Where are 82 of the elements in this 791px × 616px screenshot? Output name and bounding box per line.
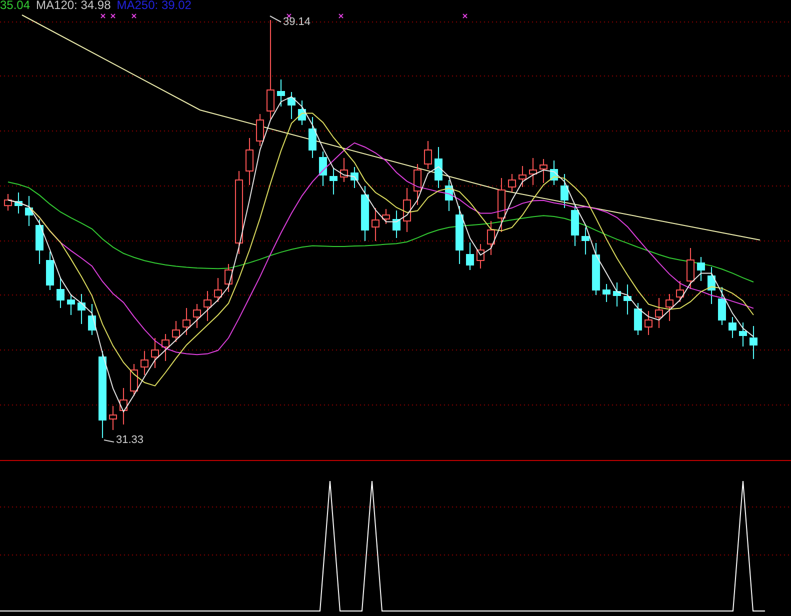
candlestick [372, 208, 380, 242]
candlestick [308, 116, 316, 158]
candlestick [728, 316, 736, 338]
candlestick [88, 304, 96, 336]
candlestick [571, 204, 579, 246]
candlestick [277, 79, 285, 107]
candlestick [162, 334, 170, 362]
legend-text: MA250: 39.02 [116, 0, 192, 12]
cross-marker-icon [462, 14, 468, 18]
candlestick [613, 282, 621, 307]
price-label: 39.14 [283, 16, 311, 28]
candlestick [56, 277, 64, 308]
candlestick [540, 158, 548, 184]
candlestick [476, 244, 484, 269]
candlestick [36, 219, 44, 264]
candlestick [676, 280, 684, 302]
leader-line [104, 440, 114, 442]
candlestick [46, 251, 54, 290]
candlestick [319, 151, 327, 186]
candlestick [602, 284, 610, 302]
candlestick [434, 146, 442, 188]
candlestick [666, 294, 674, 322]
cross-marker-icon [132, 14, 136, 18]
candlestick [151, 338, 159, 368]
candlestick [288, 92, 296, 120]
candlestick [487, 220, 495, 256]
candlestick [686, 248, 694, 290]
candlestick [445, 180, 453, 212]
cross-marker-icon [110, 14, 116, 18]
candlestick [582, 227, 590, 255]
candlestick [382, 208, 390, 224]
candlestick [634, 302, 642, 336]
candlestick [739, 322, 747, 347]
candlestick [14, 192, 22, 214]
candlestick [403, 188, 411, 232]
candlestick [182, 308, 190, 336]
candlestick [25, 196, 33, 226]
candlestick [624, 284, 632, 315]
candlestick [214, 278, 222, 302]
candlestick [560, 174, 568, 208]
candlestick [518, 166, 526, 188]
candlestick [109, 406, 117, 430]
candlestick [750, 326, 758, 360]
candlestick [697, 256, 705, 282]
price-label: 31.33 [116, 434, 144, 446]
candlestick [655, 298, 663, 328]
candlestick [718, 286, 726, 326]
candlestick [4, 194, 12, 212]
candlestick [529, 158, 537, 186]
candlestick [172, 320, 180, 342]
candlestick [361, 186, 369, 242]
candlestick [204, 290, 212, 322]
legend-text: 35.04 [0, 0, 30, 12]
candlestick [550, 160, 558, 186]
candlestick [330, 167, 338, 195]
candlestick [78, 294, 86, 324]
candlestick [193, 304, 201, 328]
candlestick [508, 174, 516, 192]
candlestick [340, 158, 348, 182]
legend-text: MA120: 34.98 [36, 0, 111, 12]
candlestick [298, 100, 306, 126]
candlestick [424, 140, 432, 170]
candlestick [224, 264, 232, 292]
candlestick [456, 206, 464, 264]
cross-marker-icon [100, 14, 106, 18]
candlestick [246, 138, 254, 186]
candlestick [392, 210, 400, 238]
leader-line [270, 16, 282, 22]
candlestick [644, 310, 652, 336]
candlestick [130, 364, 138, 396]
cross-marker-icon [338, 14, 344, 18]
candlestick [592, 242, 600, 296]
candlestick [498, 178, 506, 232]
candlestick [466, 242, 474, 270]
candlestick [140, 350, 148, 376]
candlestick [414, 164, 422, 206]
candlestick [256, 114, 264, 146]
cross-marker-icon [286, 14, 292, 18]
candlestick [708, 266, 716, 304]
candlestick [67, 294, 75, 316]
candlestick [350, 166, 358, 188]
candlestick [120, 388, 128, 425]
